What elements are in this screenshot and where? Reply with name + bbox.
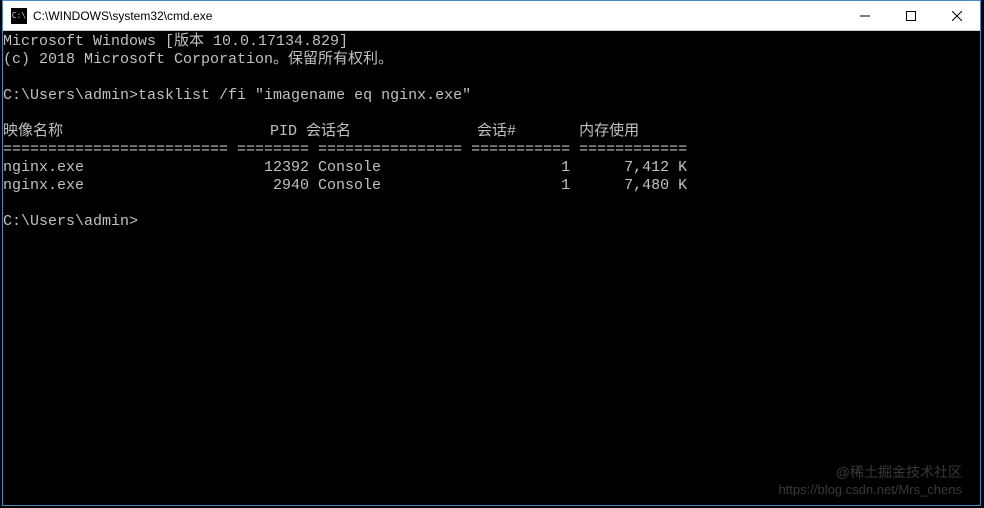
blank-line: [3, 195, 980, 213]
window-title: C:\WINDOWS\system32\cmd.exe: [33, 9, 842, 23]
close-icon: [952, 11, 962, 21]
cmd-icon: C:\: [11, 8, 27, 24]
prompt-command: tasklist /fi "imagename eq nginx.exe": [138, 87, 471, 104]
blank-line: [3, 105, 980, 123]
window-controls: [842, 1, 980, 30]
watermark-line: @稀土掘金技术社区: [778, 462, 962, 482]
blank-line: [3, 69, 980, 87]
watermark-line: https://blog.csdn.net/Mrs_chens: [778, 482, 962, 497]
table-separator: ========================= ======== =====…: [3, 141, 980, 159]
prompt-path: C:\Users\admin>: [3, 87, 138, 104]
table-row: nginx.exe 2940 Console 1 7,480 K: [3, 177, 980, 195]
close-button[interactable]: [934, 1, 980, 30]
watermark: @稀土掘金技术社区 https://blog.csdn.net/Mrs_chen…: [778, 462, 962, 497]
cmd-window: C:\ C:\WINDOWS\system32\cmd.exe Microsof…: [2, 0, 981, 506]
minimize-icon: [860, 11, 870, 21]
minimize-button[interactable]: [842, 1, 888, 30]
maximize-button[interactable]: [888, 1, 934, 30]
prompt-line: C:\Users\admin>: [3, 213, 980, 231]
titlebar[interactable]: C:\ C:\WINDOWS\system32\cmd.exe: [3, 1, 980, 31]
table-row: nginx.exe 12392 Console 1 7,412 K: [3, 159, 980, 177]
terminal-area[interactable]: Microsoft Windows [版本 10.0.17134.829] (c…: [3, 31, 980, 505]
prompt-line: C:\Users\admin>tasklist /fi "imagename e…: [3, 87, 980, 105]
prompt-path: C:\Users\admin>: [3, 213, 138, 230]
cmd-icon-glyph: C:\: [12, 12, 26, 20]
banner-line: Microsoft Windows [版本 10.0.17134.829]: [3, 33, 980, 51]
maximize-icon: [906, 11, 916, 21]
copyright-line: (c) 2018 Microsoft Corporation。保留所有权利。: [3, 51, 980, 69]
table-header: 映像名称 PID 会话名 会话# 内存使用: [3, 123, 980, 141]
